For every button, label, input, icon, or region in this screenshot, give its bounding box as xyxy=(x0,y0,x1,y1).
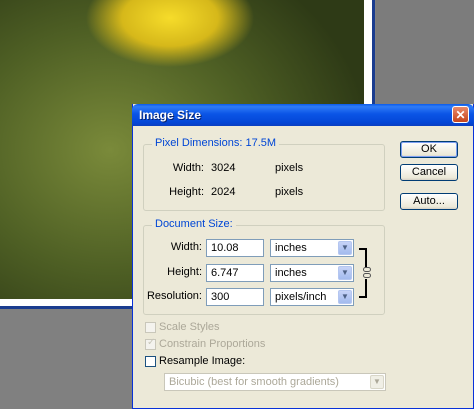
doc-width-label: Width: xyxy=(170,241,202,253)
scale-styles-label: Scale Styles xyxy=(159,321,220,333)
constrain-proportions-checkbox[interactable]: ✓ xyxy=(145,337,156,350)
doc-height-input[interactable]: 6.747 xyxy=(206,264,264,282)
doc-height-label: Height: xyxy=(167,266,202,278)
chevron-down-icon: ▼ xyxy=(338,290,352,304)
ok-button[interactable]: OK xyxy=(400,141,458,158)
pixel-height-value: 2024 xyxy=(211,186,236,198)
pixel-dimensions-title: Pixel Dimensions: 17.5M xyxy=(152,137,280,149)
cancel-button[interactable]: Cancel xyxy=(400,164,458,181)
pixel-width-unit: pixels xyxy=(275,162,304,174)
document-size-title: Document Size: xyxy=(152,218,236,230)
pixel-height-label: Height: xyxy=(169,186,204,198)
pixel-dimensions-group: Pixel Dimensions: 17.5M Width: 3024 pixe… xyxy=(143,137,385,211)
doc-height-unit-select[interactable]: inches ▼ xyxy=(270,264,354,282)
resolution-input[interactable]: 300 xyxy=(206,288,264,306)
resample-method-select[interactable]: Bicubic (best for smooth gradients) ▼ xyxy=(164,373,386,391)
chain-link-icon xyxy=(363,267,371,279)
doc-width-input[interactable]: 10.08 xyxy=(206,239,264,257)
checkmark-icon: ✓ xyxy=(147,337,156,348)
resample-image-label: Resample Image: xyxy=(159,355,246,367)
dialog-titlebar[interactable]: Image Size ✕ xyxy=(132,104,474,126)
document-size-group: Document Size: Width: 10.08 inches ▼ Hei… xyxy=(143,218,385,315)
dialog-title: Image Size xyxy=(139,108,202,122)
doc-width-unit-value: inches xyxy=(275,242,307,254)
pixel-width-value: 3024 xyxy=(211,162,236,174)
pixel-dimensions-size: 17.5M xyxy=(245,137,277,149)
image-size-dialog: Image Size ✕ Pixel Dimensions: 17.5M Wid… xyxy=(132,104,474,409)
pixel-width-label: Width: xyxy=(172,162,204,174)
close-icon[interactable]: ✕ xyxy=(452,106,469,123)
pixel-height-unit: pixels xyxy=(275,186,304,198)
scale-styles-checkbox[interactable] xyxy=(145,322,156,333)
chevron-down-icon: ▼ xyxy=(370,375,384,389)
resample-image-checkbox[interactable] xyxy=(145,356,156,367)
doc-width-unit-select[interactable]: inches ▼ xyxy=(270,239,354,257)
chevron-down-icon: ▼ xyxy=(338,266,352,280)
resample-method-value: Bicubic (best for smooth gradients) xyxy=(169,376,339,388)
auto-button[interactable]: Auto... xyxy=(400,193,458,210)
constrain-proportions-label: Constrain Proportions xyxy=(159,338,266,350)
resolution-unit-value: pixels/inch xyxy=(275,291,327,303)
resolution-unit-select[interactable]: pixels/inch ▼ xyxy=(270,288,354,306)
chevron-down-icon: ▼ xyxy=(338,241,352,255)
resolution-label: Resolution: xyxy=(146,290,202,302)
doc-height-unit-value: inches xyxy=(275,267,307,279)
